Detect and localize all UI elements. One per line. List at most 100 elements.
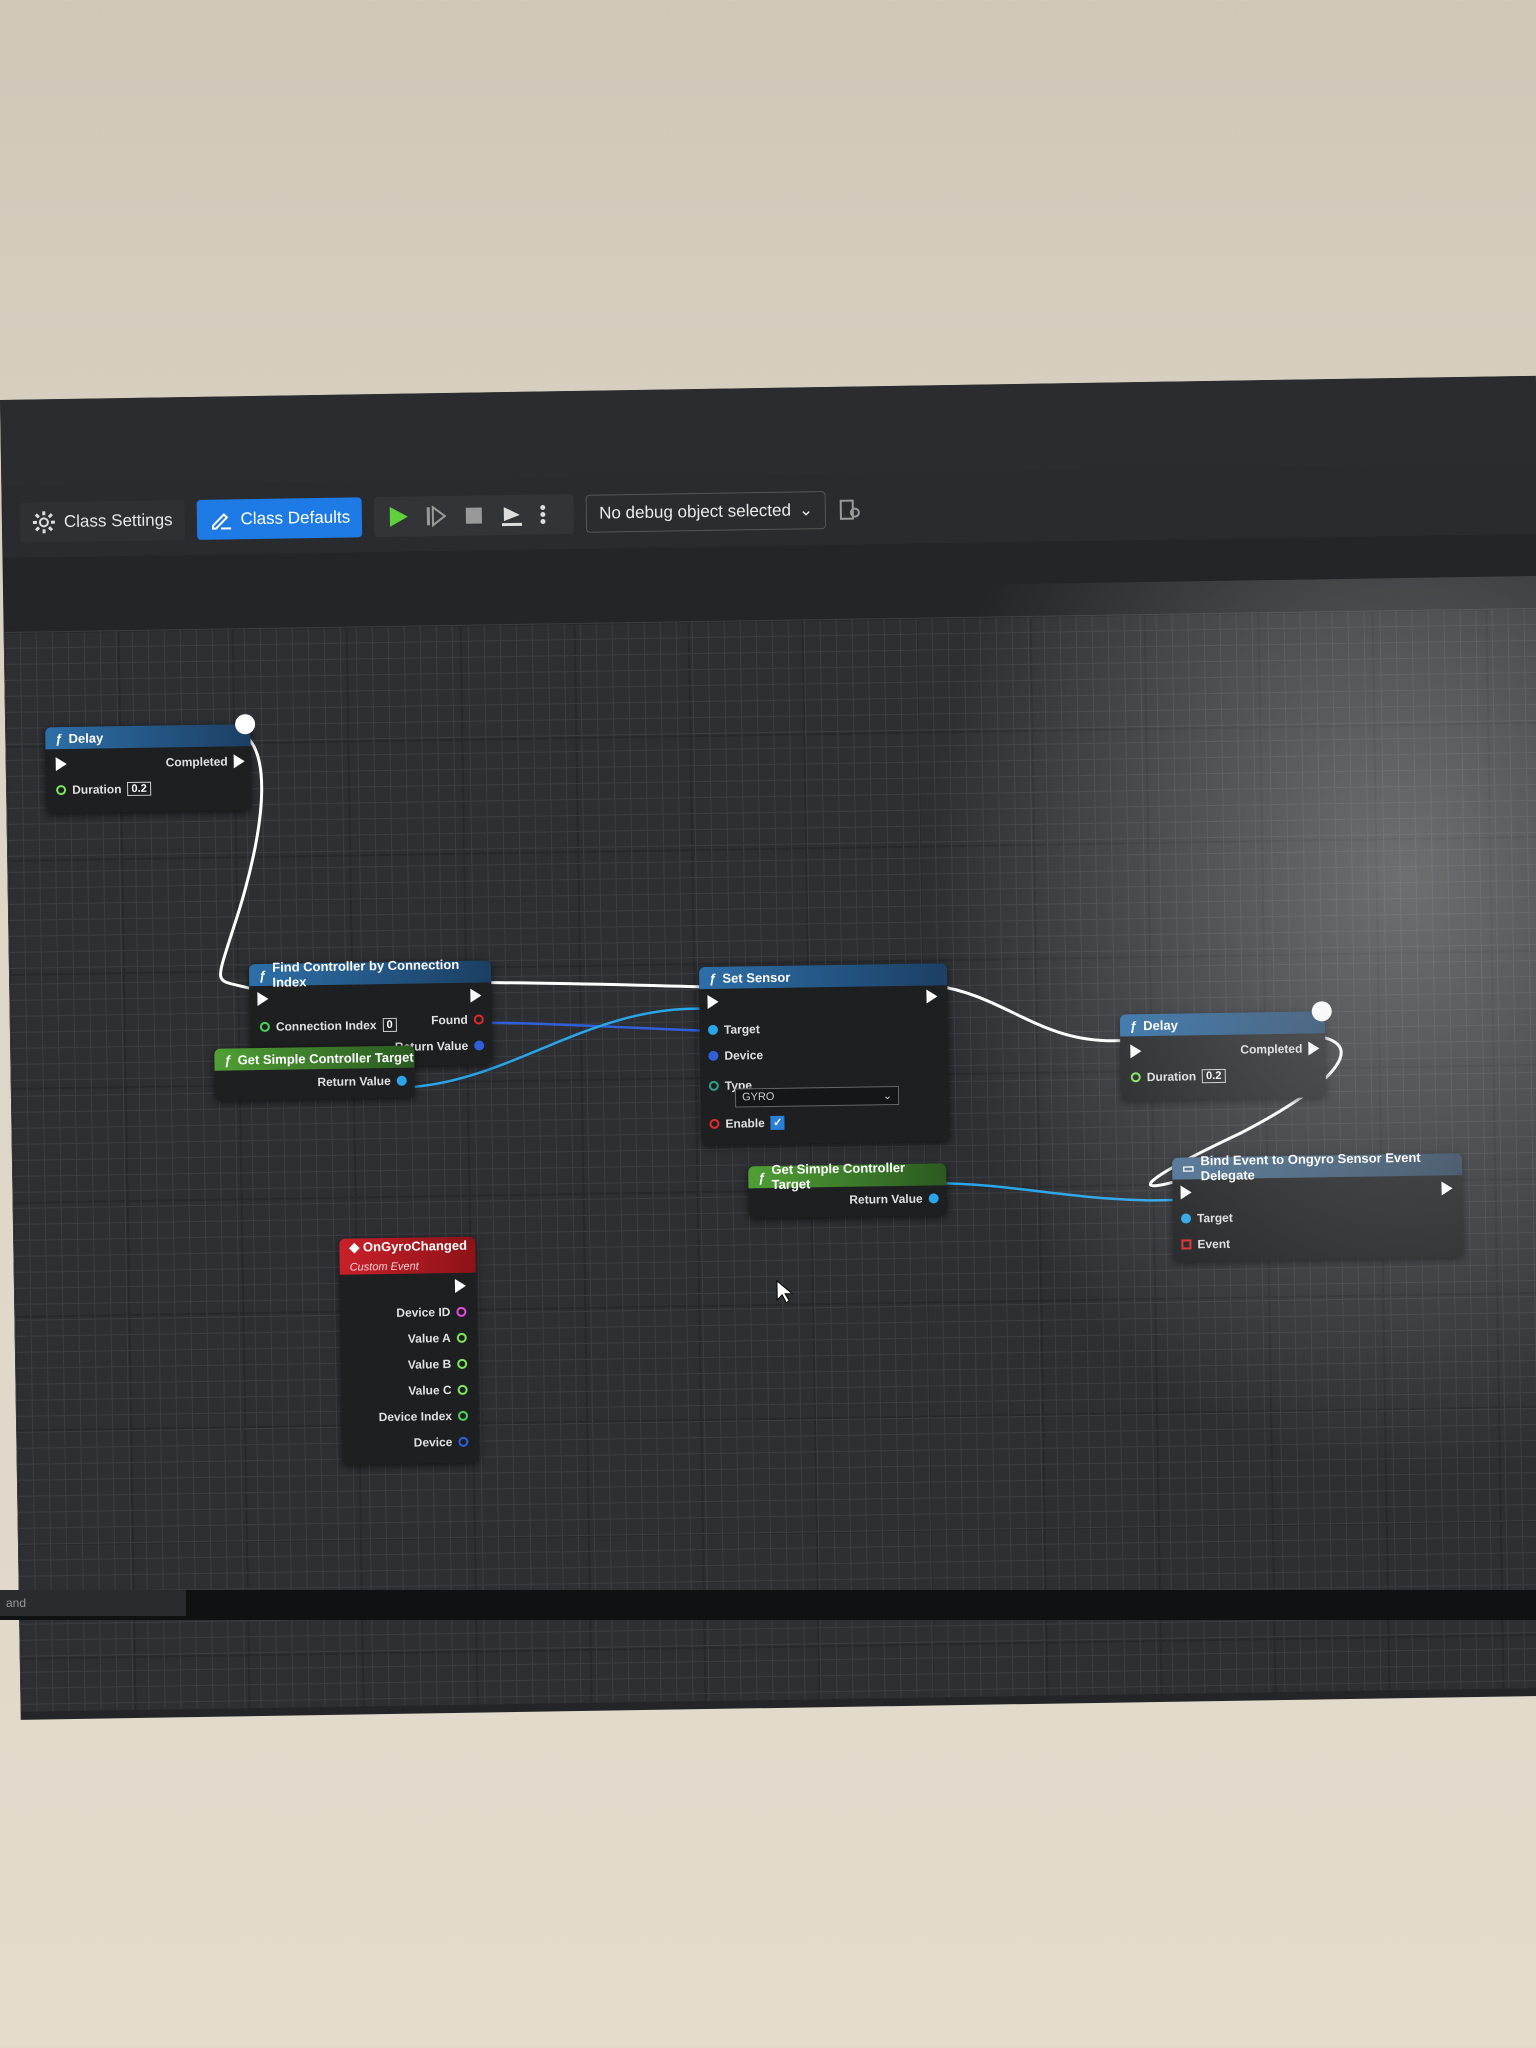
target-pin[interactable]: Target [1180,1211,1233,1226]
on-gyro-subtitle: Custom Event [349,1260,419,1274]
event-label: Event [1197,1236,1231,1252]
exec-pin-icon [470,988,482,1003]
gear-icon [32,510,56,534]
enable-checkbox[interactable]: ✓ [770,1115,785,1130]
exec-out-pin[interactable] [1441,1181,1453,1196]
mouse-cursor-icon [776,1279,794,1304]
device-id-pin[interactable]: Device ID [396,1305,467,1320]
connection-index-input[interactable]: 0 [382,1017,397,1033]
enable-pin[interactable]: Enable ✓ [709,1115,785,1131]
value-b-pin[interactable]: Value B [408,1357,468,1372]
connection-index-pin[interactable]: Connection Index 0 [259,1017,397,1034]
object-pin-icon [458,1436,469,1447]
get-controller-target-node-1[interactable]: ƒ Get Simple Controller Target Return Val… [214,1045,416,1101]
set-sensor-node[interactable]: ƒ Set Sensor Target Device Type GYRO ⌄ Ena… [698,963,950,1146]
return-value-pin[interactable]: Return Value [849,1191,939,1207]
device-pin[interactable]: Device [708,1048,763,1063]
duration-pin[interactable]: Duration 0.2 [56,781,151,797]
delay-node-1-title: Delay [68,729,104,746]
value-a-label: Value A [407,1331,451,1346]
get-target-2-header: ƒ Get Simple Controller Target [748,1160,947,1192]
status-bar: and [0,1590,1536,1620]
exec-pin-icon [454,1278,467,1293]
completed-pin[interactable]: Completed [166,754,245,769]
found-pin[interactable]: Found [431,1012,484,1027]
custom-event-icon: ◆ OnGyroChanged [349,1237,468,1255]
exec-pin-icon [233,754,245,769]
chevron-down-icon: ⌄ [882,1090,893,1103]
event-graph-canvas[interactable]: ƒ Delay Completed Duration 0.2 ƒ Find Contr… [3,607,1536,1712]
exec-in-pin[interactable] [1130,1044,1142,1059]
object-pin-icon [928,1193,939,1204]
exec-out-pin[interactable] [454,1278,467,1293]
exec-out-pin[interactable] [470,988,482,1003]
value-c-label: Value C [408,1383,452,1398]
duration-pin[interactable]: Duration 0.2 [1130,1068,1226,1084]
float-pin-icon [456,1332,467,1343]
function-icon: ƒ [55,730,63,746]
exec-pin-icon [926,989,938,1004]
more-options-icon[interactable] [538,502,562,526]
duration-input[interactable]: 0.2 [127,781,151,797]
on-gyro-changed-event-node[interactable]: ◆ OnGyroChanged Custom Event Device ID V… [339,1236,479,1465]
enable-label: Enable [725,1116,765,1131]
get-target-1-title: Get Simple Controller Target [237,1049,414,1067]
target-pin[interactable]: Target [707,1022,760,1037]
delay-node-1[interactable]: ƒ Delay Completed Duration 0.2 [45,724,252,814]
exec-wire-set-to-delay [934,983,1126,1043]
debug-object-label: No debug object selected [598,500,792,523]
float-pin-icon [457,1358,468,1369]
exec-pin-icon [1441,1181,1453,1196]
delegate-icon: ▭ [1182,1160,1195,1176]
return-value-label: Return Value [317,1073,391,1090]
bind-event-header: ▭ Bind Event to Ongyro Sensor Event Deleg… [1172,1150,1463,1183]
object-pin-icon [707,1024,719,1035]
find-controller-header: ƒ Find Controller by Connection Index [248,957,492,990]
class-defaults-button[interactable]: Class Defaults [196,497,363,540]
value-c-pin[interactable]: Value C [408,1383,468,1398]
bind-event-node[interactable]: ▭ Bind Event to Ongyro Sensor Event Deleg… [1172,1150,1464,1262]
connection-index-label: Connection Index [275,1018,377,1034]
exec-pin-icon [55,756,67,772]
completed-pin[interactable]: Completed [1240,1041,1320,1057]
exec-out-pin[interactable] [926,989,938,1004]
type-dropdown[interactable]: GYRO ⌄ [734,1085,900,1108]
device-index-label: Device Index [378,1409,453,1425]
object-pin-icon [708,1050,719,1061]
status-bar-text: and [0,1590,186,1616]
int-pin-icon [259,1021,270,1032]
play-icon[interactable] [386,505,410,529]
stop-icon[interactable] [462,503,486,527]
class-settings-button[interactable]: Class Settings [19,500,185,543]
delay-node-1-header: ƒ Delay [45,724,251,750]
delay-node-2[interactable]: ƒ Delay Completed Duration 0.2 [1119,1011,1327,1101]
class-defaults-label: Class Defaults [240,507,351,529]
debug-filter-icon[interactable] [838,497,862,521]
struct-pin-icon [456,1306,467,1317]
exec-wire-find-to-set [479,981,710,989]
return-value-pin[interactable]: Return Value [317,1074,407,1089]
set-sensor-title: Set Sensor [722,969,791,986]
exec-in-pin[interactable] [257,991,269,1007]
value-a-pin[interactable]: Value A [408,1331,467,1346]
delay-node-2-header: ƒ Delay [1119,1011,1326,1037]
step-icon[interactable] [424,504,448,528]
duration-input[interactable]: 0.2 [1202,1068,1226,1084]
event-pin[interactable]: Event [1181,1237,1230,1252]
eject-icon[interactable] [500,503,524,527]
debug-object-select[interactable]: No debug object selected ⌄ [585,491,827,533]
device-index-pin[interactable]: Device Index [379,1409,469,1424]
exec-pin-icon [257,991,269,1007]
get-controller-target-node-2[interactable]: ƒ Get Simple Controller Target Return Val… [748,1160,947,1219]
exec-in-pin[interactable] [1180,1185,1192,1200]
exec-in-pin[interactable] [707,994,719,1009]
edit-icon [208,507,232,531]
duration-label: Duration [72,782,122,797]
completed-label: Completed [165,754,228,770]
value-b-label: Value B [407,1357,452,1372]
exec-in-pin[interactable] [55,756,67,772]
float-pin-icon [1130,1072,1141,1083]
device-pin[interactable]: Device [414,1435,469,1450]
completed-label: Completed [1240,1041,1303,1057]
function-icon: ƒ [224,1051,232,1068]
